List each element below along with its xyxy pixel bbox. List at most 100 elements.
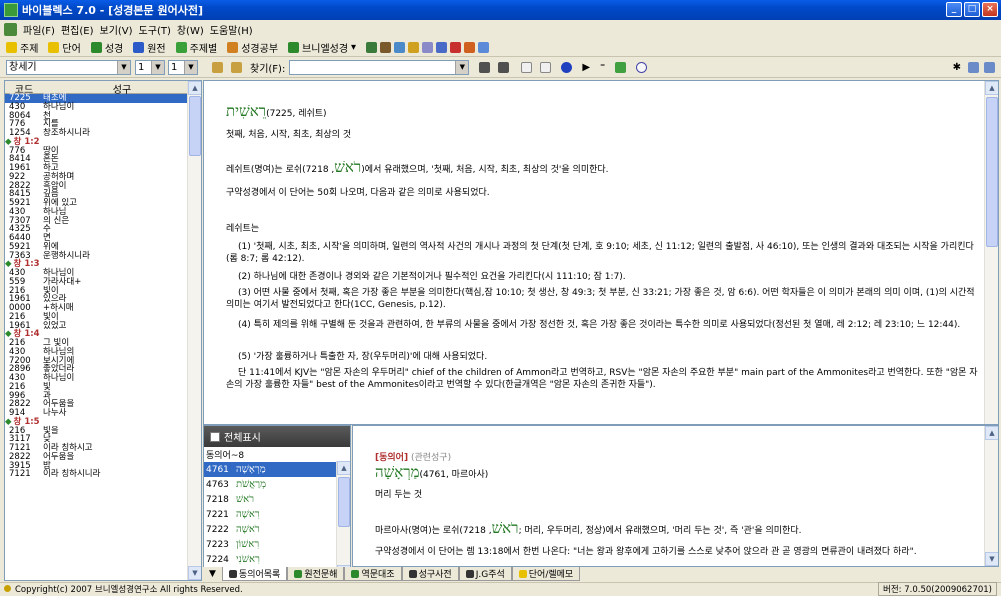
menu-window[interactable]: 창(W) (177, 22, 204, 37)
word-row[interactable]: 7225 태초에 (5, 94, 201, 103)
word-row[interactable]: 1961 하고 (5, 164, 201, 173)
verse-ref-row[interactable]: ◆ 창 1:4 (5, 330, 201, 339)
scroll-thumb[interactable] (189, 96, 201, 156)
tab-synonym-list[interactable]: 동의어목록 (221, 567, 288, 581)
menu-tools[interactable]: 도구(T) (139, 22, 171, 37)
show-all-checkbox[interactable] (210, 431, 220, 442)
word-row[interactable]: 776 지를 (5, 120, 201, 129)
bible-study-button[interactable]: 성경공부 (227, 40, 278, 55)
by-topic-button[interactable]: 주제별 (175, 40, 217, 55)
dictionary-scrollbar[interactable]: ▲ (984, 81, 998, 424)
synonym-row[interactable]: 4763 מְרַאֲשֹׁת (204, 477, 350, 492)
maximize-button[interactable]: □ (964, 2, 980, 17)
search-input[interactable]: ▼ (289, 60, 470, 75)
synonym-row[interactable]: 7223 רִאשׁוֹן (204, 537, 350, 552)
word-row[interactable]: 3915 밤 (5, 461, 201, 471)
word-row[interactable]: 7200 보시기에 (5, 356, 201, 366)
word-row[interactable]: 7307 의 신은 (5, 216, 201, 226)
topic-button[interactable]: 주제 (6, 40, 38, 55)
chevron-down-icon[interactable]: ▼ (455, 61, 469, 74)
tabs-toggle-icon[interactable]: ▼ (203, 567, 222, 581)
word-row[interactable]: 216 빛이 (5, 312, 201, 322)
scroll-thumb[interactable] (338, 477, 350, 527)
tab-verse-dictionary[interactable]: 성구사전 (401, 567, 459, 581)
chevron-down-icon[interactable]: ▼ (184, 61, 197, 74)
close-button[interactable]: × (982, 2, 998, 17)
verse-ref-row[interactable]: ◆ 창 1:3 (5, 260, 201, 269)
toolbar-extra-icons[interactable] (366, 41, 490, 53)
menu-view[interactable]: 보기(V) (100, 22, 133, 37)
word-row[interactable]: 4325 수 (5, 225, 201, 234)
word-row[interactable]: 430 하나님이 (5, 269, 201, 278)
synonym-row[interactable]: 4761 מַרְאָשָׁה (204, 462, 350, 477)
synonym-row[interactable]: 7222 רֹאשָׁה (204, 522, 350, 537)
sheet-icon[interactable] (615, 62, 627, 73)
word-row[interactable]: 216 빛이 (5, 286, 201, 296)
column-header-code[interactable]: 코드 (5, 81, 43, 96)
bookmark-icon[interactable] (212, 62, 223, 73)
tab-word-memo[interactable]: 단어/렐메모 (511, 567, 581, 581)
word-row[interactable]: 2822 흑암이 (5, 181, 201, 191)
layout-split-icon[interactable] (984, 62, 995, 73)
layout-icon[interactable] (968, 62, 979, 73)
word-row[interactable]: 430 하나님이 (5, 102, 201, 112)
word-row[interactable]: 6440 면 (5, 234, 201, 243)
word-row[interactable]: 0000 +하시매 (5, 304, 201, 313)
info-icon[interactable] (636, 62, 648, 73)
book-select[interactable]: 창세기 ▼ (6, 60, 131, 75)
original-button[interactable]: 원전 (133, 40, 166, 55)
word-row[interactable]: 2896 좋았더라 (5, 365, 201, 374)
verse-ref-row[interactable]: ◆ 창 1:5 (5, 417, 201, 427)
synonym-row[interactable]: 7218 רֹאשׁ (204, 492, 350, 507)
scroll-up-icon[interactable]: ▲ (337, 461, 350, 475)
binoculars-icon[interactable] (479, 62, 491, 73)
word-row[interactable]: 216 빛을 (5, 426, 201, 436)
page-icon[interactable] (521, 62, 533, 73)
bookmark-add-icon[interactable] (231, 62, 242, 73)
scroll-up-icon[interactable]: ▲ (985, 426, 998, 440)
word-row[interactable]: 430 하나님이 (5, 374, 201, 383)
scroll-up-icon[interactable]: ▲ (985, 81, 998, 95)
tab-original-text[interactable]: 원전문해 (287, 567, 345, 581)
peniel-bible-button[interactable]: 브니엘성경 ▾ (288, 40, 356, 55)
word-row[interactable]: 776 땅이 (5, 146, 201, 156)
find-next-icon[interactable] (498, 62, 510, 73)
pin-icon[interactable]: ✱ (953, 62, 961, 73)
chevron-down-icon[interactable]: ▼ (151, 61, 164, 74)
word-row[interactable]: 2822 어두움을 (5, 400, 201, 409)
synonym-row[interactable]: 7221 רִאשָׁה (204, 507, 350, 522)
word-row[interactable]: 8415 깊음 (5, 190, 201, 199)
word-row[interactable]: 430 하나님 (5, 207, 201, 217)
verse-ref-row[interactable]: ◆ 창 1:2 (5, 137, 201, 147)
word-row[interactable]: 3117 낮 (5, 435, 201, 444)
bible-button[interactable]: 성경 (90, 40, 123, 55)
word-list-scrollbar[interactable]: ▲ ▼ (187, 81, 201, 580)
menu-help[interactable]: 도움말(H) (210, 22, 253, 37)
word-row[interactable]: 2822 어두움을 (5, 452, 201, 462)
word-row[interactable]: 8414 혼돈 (5, 155, 201, 164)
chapter-select[interactable]: 1 ▼ (135, 60, 165, 75)
scroll-up-icon[interactable]: ▲ (188, 81, 201, 95)
word-row[interactable]: 7121 이라 칭하시니라 (5, 470, 201, 479)
scroll-down-icon[interactable]: ▼ (188, 566, 201, 580)
word-row[interactable]: 5921 위에 (5, 242, 201, 252)
word-button[interactable]: 단어 (48, 40, 81, 55)
synonym-scrollbar[interactable]: ▲ ▼ (336, 461, 350, 579)
column-header-verse[interactable]: 성구 (43, 81, 201, 96)
tab-translation-compare[interactable]: 역문대조 (344, 567, 402, 581)
chevron-down-icon[interactable]: ▼ (117, 61, 130, 74)
word-row[interactable]: 1961 있으라 (5, 295, 201, 304)
menu-edit[interactable]: 편집(E) (61, 22, 94, 37)
play-icon[interactable]: ▶ (582, 62, 590, 73)
page-copy-icon[interactable] (540, 62, 552, 73)
globe-icon[interactable] (561, 62, 573, 73)
tab-jg-commentary[interactable]: J.G주석 (458, 567, 512, 581)
word-row[interactable]: 922 공허하며 (5, 172, 201, 182)
menu-file[interactable]: 파일(F) (23, 22, 55, 37)
scroll-down-icon[interactable]: ▼ (985, 552, 998, 566)
synonym-row[interactable]: 7224 רִאשֹׁנִי (204, 552, 350, 567)
word-row[interactable]: 7121 이라 칭하시고 (5, 444, 201, 453)
word-row[interactable]: 996 과 (5, 391, 201, 401)
word-row[interactable]: 216 빛 (5, 382, 201, 392)
detail-scrollbar[interactable]: ▲ ▼ (984, 426, 998, 566)
